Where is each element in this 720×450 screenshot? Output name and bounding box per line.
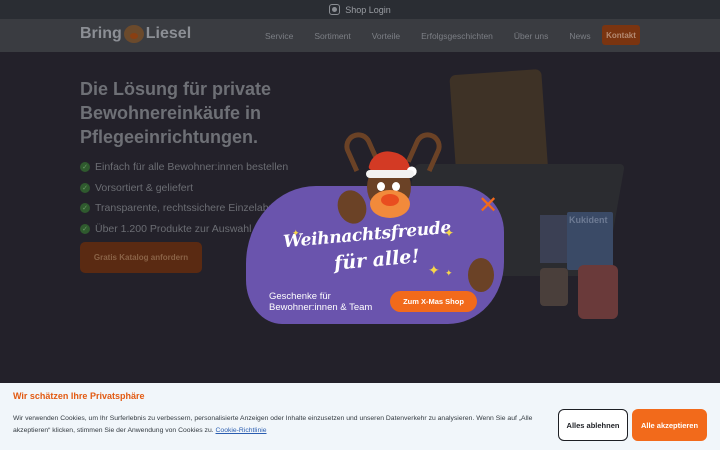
close-icon[interactable]: ✕ [478,194,498,218]
product-box-image [540,215,570,263]
hero-headline: Die Lösung für private Bewohnereinkäufe … [80,79,272,147]
nav-link-sortiment[interactable]: Sortiment [314,31,350,41]
catalog-request-button[interactable]: Gratis Katalog anfordern [80,242,202,273]
contact-button[interactable]: Kontakt [602,25,640,45]
cookie-policy-link[interactable]: Cookie-Richtlinie [216,427,267,434]
reindeer-nose [370,190,410,218]
main-navigation: Bring Liesel Service Sortiment Vorteile … [0,19,720,52]
nav-link-ueber-uns[interactable]: Über uns [514,31,549,41]
logo-text-right: Liesel [145,25,192,42]
accept-all-button[interactable]: Alle akzeptieren [632,409,707,441]
sparkle-icon: ✦ [445,268,453,278]
nav-links: Service Sortiment Vorteile Erfolgsgeschi… [265,19,591,52]
xmas-shop-button[interactable]: Zum X-Mas Shop [390,291,477,312]
sparkle-icon: ✦ [428,262,440,278]
santa-hat-brim [366,170,414,178]
sparkle-icon: ✦ [444,226,455,240]
nav-link-service[interactable]: Service [265,31,293,41]
check-icon: ✓ [80,223,90,234]
nav-link-vorteile[interactable]: Vorteile [372,31,400,41]
check-icon: ✓ [80,162,90,173]
cookie-text: Wir verwenden Cookies, um Ihr Surferlebn… [13,415,533,434]
candy-pack-image [578,265,618,319]
check-icon: ✓ [80,203,90,214]
product-tube-image [540,268,568,306]
kukident-box-image: Kukident [567,212,613,270]
nav-link-erfolgsgeschichten[interactable]: Erfolgsgeschichten [421,31,493,41]
top-utility-bar: Shop Login [0,0,720,19]
shop-login-link[interactable]: Shop Login [345,5,391,15]
check-icon: ✓ [80,182,90,193]
decline-all-button[interactable]: Alles ablehnen [558,409,628,441]
popup-subtext: Geschenke für Bewohner:innen & Team [269,291,373,313]
benefit-item: ✓ Vorsortiert & geliefert [80,178,312,199]
reindeer-hand-right [468,258,494,292]
sparkle-icon: ✦ [292,228,300,238]
benefit-item: ✓ Einfach für alle Bewohner:innen bestell… [80,157,312,178]
logo-mascot-icon [123,25,144,43]
nav-link-news[interactable]: News [569,31,590,41]
shop-login-icon[interactable] [329,4,341,15]
brand-logo[interactable]: Bring Liesel [80,25,191,43]
logo-text-left: Bring [80,25,122,42]
cookie-title: Wir schätzen Ihre Privatsphäre [13,391,145,401]
